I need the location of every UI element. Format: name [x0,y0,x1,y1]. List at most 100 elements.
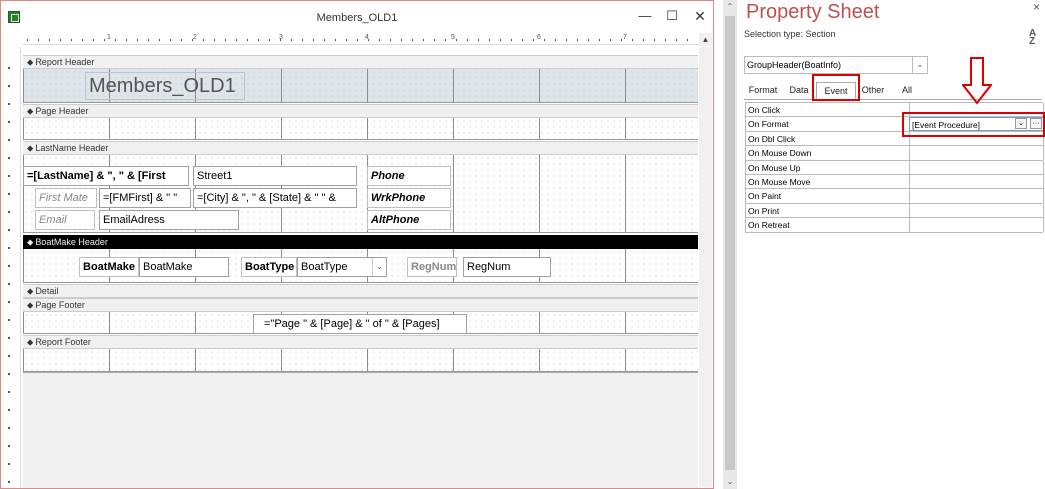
ruler-tick [104,39,105,41]
chevron-down-icon[interactable]: ⌄ [912,56,928,74]
wrkphone-label[interactable]: WrkPhone [367,188,451,208]
report-title-label[interactable]: Members_OLD1 [85,72,245,100]
ruler-tick [8,301,10,303]
ruler-tick [379,39,380,41]
close-icon[interactable]: × [1033,0,1040,14]
object-selector-dropdown[interactable]: GroupHeader(BoatInfo) [744,56,928,74]
property-value[interactable] [909,189,1044,204]
ruler-tick [467,39,468,41]
section-report-header[interactable]: ⬥ Report Header [23,55,698,69]
property-row-on-mouse-up[interactable]: On Mouse Up [746,160,1044,175]
name-expression-textbox[interactable]: =[LastName] & ", " & [First [23,166,189,186]
boatmake-label[interactable]: BoatMake [79,257,139,277]
section-page-header[interactable]: ⬥ Page Header [23,104,698,118]
ruler-tick [225,39,226,41]
page-number-expression-textbox[interactable]: ="Page " & [Page] & " of " & [Pages] [253,314,467,334]
report-header-area[interactable]: Members_OLD1 [23,69,698,103]
maximize-button[interactable]: ☐ [661,7,683,25]
ruler-tick [8,139,10,141]
scroll-up-arrow-icon[interactable]: ▲ [699,33,712,46]
ruler-tick [8,445,10,447]
horizontal-ruler: 1 2 3 4 5 6 7 [23,33,698,45]
ruler-tick [511,39,512,41]
ruler-tick [8,211,10,213]
property-value[interactable] [909,203,1044,218]
section-page-footer[interactable]: ⬥ Page Footer [23,298,698,312]
section-label: Report Footer [35,337,91,347]
ruler-tick [533,39,534,41]
section-label: LastName Header [35,143,109,153]
page-header-area[interactable] [23,118,698,140]
scrollbar-thumb[interactable] [725,16,735,470]
ruler-tick [8,121,10,123]
property-name: On Retreat [748,220,790,231]
sort-az-icon[interactable]: AZ [1029,29,1036,47]
property-row-on-retreat[interactable]: On Retreat [746,218,1044,233]
chevron-down-icon[interactable]: ⌄ [372,258,386,276]
ruler-tick [412,39,413,41]
ruler-tick [665,39,666,41]
ruler-tick [8,103,10,105]
property-row-on-mouse-down[interactable]: On Mouse Down [746,146,1044,161]
regnum-label[interactable]: RegNum [407,257,457,277]
ruler-tick [544,39,545,41]
ruler-tick [8,481,10,483]
property-value[interactable] [909,174,1044,189]
section-boatmake-header[interactable]: ⬥ BoatMake Header [23,235,698,249]
property-row-on-print[interactable]: On Print [746,203,1044,219]
email-label[interactable]: Email [35,210,95,230]
ruler-tick [38,39,39,41]
chevron-down-icon[interactable]: ⌄ [723,475,737,489]
section-detail[interactable]: ⬥ Detail [23,284,698,298]
ruler-number: 1 [107,34,111,41]
ruler-tick [599,39,600,41]
altphone-label[interactable]: AltPhone [367,210,451,230]
vertical-ruler [1,47,21,488]
first-mate-label[interactable]: First Mate [35,188,97,208]
boattype-label[interactable]: BoatType [241,257,297,277]
ruler-tick [500,39,501,41]
ruler-tick [456,39,457,41]
street-textbox[interactable]: Street1 [193,166,357,186]
property-row-on-mouse-move[interactable]: On Mouse Move [746,174,1044,190]
section-report-footer[interactable]: ⬥ Report Footer [23,335,698,349]
close-button[interactable]: ✕ [689,7,711,25]
boatmake-header-area[interactable]: BoatMake BoatMake BoatType BoatType ⌄ Reg… [23,249,698,283]
tab-data[interactable]: Data [782,82,816,99]
minimize-button[interactable]: — [634,7,656,25]
phone-label[interactable]: Phone [367,166,451,186]
ruler-tick [71,39,72,41]
regnum-textbox[interactable]: RegNum [463,257,551,277]
property-sheet-scrollbar[interactable]: ⌃ ⌄ [723,0,737,489]
property-value[interactable] [909,218,1044,233]
tab-format[interactable]: Format [744,82,782,99]
report-canvas: ⬥ Report Header Members_OLD1 ⬥ Page Header… [23,47,698,372]
property-sheet-title: Property Sheet [746,1,880,23]
chevron-up-icon[interactable]: ⌃ [723,0,737,14]
ruler-tick [82,39,83,41]
vertical-scrollbar[interactable] [699,47,712,487]
report-footer-area[interactable] [23,349,698,372]
ruler-tick [269,39,270,41]
tab-other[interactable]: Other [856,82,890,99]
ruler-tick [555,39,556,41]
ruler-tick [60,39,61,41]
city-state-expression-textbox[interactable]: =[City] & ", " & [State] & " " & [193,188,357,208]
email-textbox[interactable]: EmailAdress [99,210,239,230]
fmfirst-expression-textbox[interactable]: =[FMFirst] & " " [99,188,191,208]
property-sheet-pane: ⌃ ⌄ Property Sheet × Selection type: Sec… [723,0,1045,489]
lastname-header-area[interactable]: =[LastName] & ", " & [First Street1 Phon… [23,155,698,233]
property-value[interactable] [909,146,1044,161]
ruler-tick [93,39,94,41]
section-lastname-header[interactable]: ⬥ LastName Header [23,141,698,155]
boattype-combobox[interactable]: BoatType ⌄ [297,257,387,277]
tab-all[interactable]: All [893,82,921,99]
ruler-tick [181,39,182,41]
ruler-tick [148,39,149,41]
section-label: Page Header [35,106,89,116]
boatmake-textbox[interactable]: BoatMake [139,257,229,277]
property-row-on-paint[interactable]: On Paint [746,189,1044,204]
ruler-tick [203,39,204,41]
page-footer-area[interactable]: ="Page " & [Page] & " of " & [Pages] [23,312,698,334]
property-value[interactable] [909,160,1044,175]
